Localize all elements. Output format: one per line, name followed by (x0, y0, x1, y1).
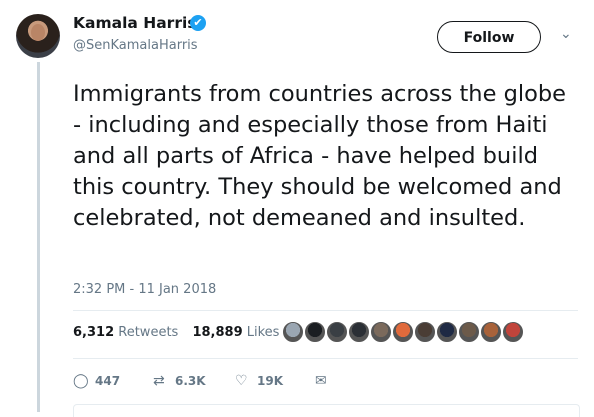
follow-button[interactable]: Follow (437, 21, 541, 53)
chevron-down-icon[interactable]: ⌄ (560, 26, 572, 42)
likes-label: Likes (246, 325, 280, 340)
reply-composer[interactable] (73, 404, 580, 417)
tweet-timestamp[interactable]: 2:32 PM - 11 Jan 2018 (73, 282, 216, 297)
envelope-icon: ✉ (315, 373, 327, 389)
liker-avatar[interactable] (502, 321, 524, 343)
retweet-button[interactable]: ⇄ 6.3K (153, 373, 206, 389)
tweet-text: Immigrants from countries across the glo… (73, 81, 566, 231)
retweets-stat[interactable]: 6,312 Retweets (73, 325, 178, 340)
retweet-icon: ⇄ (153, 373, 165, 389)
like-count: 19K (257, 374, 283, 388)
liker-avatar[interactable] (370, 321, 392, 343)
liker-avatar[interactable] (458, 321, 480, 343)
retweet-count: 6.3K (175, 374, 206, 388)
liker-avatar[interactable] (414, 321, 436, 343)
avatar[interactable] (16, 14, 60, 58)
likes-stat[interactable]: 18,889 Likes (192, 325, 279, 340)
likes-count: 18,889 (192, 325, 243, 340)
verified-icon: ✔ (190, 15, 206, 31)
author-handle[interactable]: @SenKamalaHarris (73, 38, 198, 53)
retweets-count: 6,312 (73, 325, 115, 340)
liker-avatar[interactable] (326, 321, 348, 343)
author-name[interactable]: Kamala Harris (73, 14, 197, 32)
divider (73, 358, 578, 359)
reply-icon: ◯ (73, 373, 89, 389)
reply-button[interactable]: ◯ 447 (73, 373, 120, 389)
liker-avatar[interactable] (304, 321, 326, 343)
liker-avatar[interactable] (392, 321, 414, 343)
liker-avatar[interactable] (436, 321, 458, 343)
thread-line (37, 62, 40, 412)
reply-count: 447 (95, 374, 121, 388)
tweet-stats: 6,312 Retweets 18,889 Likes (73, 325, 279, 340)
liker-avatar[interactable] (282, 321, 304, 343)
liker-avatar[interactable] (348, 321, 370, 343)
heart-icon: ♡ (235, 373, 248, 389)
liker-avatar[interactable] (480, 321, 502, 343)
like-button[interactable]: ♡ 19K (235, 373, 283, 389)
divider (73, 310, 578, 311)
direct-message-button[interactable]: ✉ (315, 373, 333, 389)
retweets-label: Retweets (118, 325, 179, 340)
